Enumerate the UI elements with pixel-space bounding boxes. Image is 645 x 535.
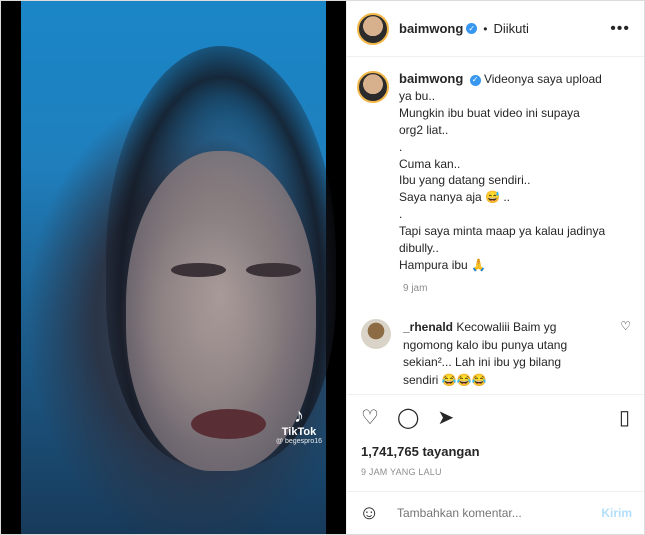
video-frame[interactable] bbox=[21, 1, 336, 534]
instagram-post-modal: ♪ TikTok @ begespro16 baimwong ✓ • Diiku… bbox=[0, 0, 645, 535]
comment-line: ngomong kalo ibu punya utang bbox=[403, 337, 568, 352]
post-caption: baimwong ✓ Videonya saya upload ya bu.. … bbox=[357, 71, 639, 274]
commenter-username[interactable]: _rhenald bbox=[403, 320, 453, 334]
commenter-avatar[interactable] bbox=[361, 319, 391, 349]
caption-avatar[interactable] bbox=[357, 71, 389, 103]
post-header: baimwong ✓ • Diikuti ••• bbox=[347, 1, 644, 57]
like-icon[interactable]: ♡ bbox=[361, 405, 379, 430]
caption-time[interactable]: 9 jam bbox=[403, 283, 427, 294]
caption-line: . bbox=[399, 139, 403, 154]
tiktok-icon: ♪ bbox=[293, 405, 304, 427]
send-button[interactable]: Kirim bbox=[601, 506, 632, 520]
caption-line: Mungkin ibu buat video ini supaya bbox=[399, 105, 580, 120]
caption-line: Hampura ibu 🙏 bbox=[399, 257, 486, 272]
caption-line: . bbox=[399, 207, 403, 222]
post-video[interactable]: ♪ TikTok @ begespro16 bbox=[1, 1, 346, 534]
author-username[interactable]: baimwong bbox=[399, 21, 463, 36]
comment-line: sendiri 😂😂😂 bbox=[403, 372, 487, 387]
caption-line: Tapi saya minta maap ya kalau jadinya bbox=[399, 224, 606, 239]
follow-status-button[interactable]: Diikuti bbox=[493, 21, 528, 36]
right-eye bbox=[246, 263, 301, 277]
tiktok-brand: TikTok bbox=[281, 426, 317, 438]
post-details-panel: baimwong ✓ • Diikuti ••• baimwong ✓ Vide… bbox=[346, 1, 644, 534]
more-options-icon[interactable]: ••• bbox=[610, 20, 630, 38]
bookmark-icon[interactable]: ▯ bbox=[619, 405, 630, 430]
caption-line: dibully.. bbox=[399, 241, 439, 256]
emoji-icon[interactable]: ☺ bbox=[359, 502, 387, 525]
left-eye bbox=[171, 263, 226, 277]
mouth bbox=[191, 409, 266, 439]
comment-icon[interactable]: ◯ bbox=[397, 405, 419, 430]
separator-dot: • bbox=[483, 21, 488, 36]
tiktok-watermark: ♪ TikTok @ begespro16 bbox=[276, 406, 322, 445]
comment-item: _rhenald Kecowaliii Baim yg ngomong kalo… bbox=[361, 319, 631, 389]
comment-input[interactable] bbox=[397, 506, 577, 520]
tiktok-handle: @ begespro16 bbox=[275, 438, 322, 445]
author-avatar[interactable] bbox=[357, 12, 389, 45]
comment-text: _rhenald Kecowaliii Baim yg ngomong kalo… bbox=[403, 319, 608, 389]
comment-line: sekian²... Lah ini ibu yg bilang bbox=[403, 355, 562, 369]
caption-line: ya bu.. bbox=[399, 88, 436, 103]
caption-line: org2 liat.. bbox=[399, 122, 449, 137]
posted-time[interactable]: 9 JAM YANG LALU bbox=[361, 467, 442, 477]
caption-line: Videonya saya upload bbox=[483, 72, 602, 86]
comment-like-icon[interactable]: ♡ bbox=[620, 319, 631, 389]
caption-text: baimwong ✓ Videonya saya upload ya bu.. … bbox=[399, 71, 605, 274]
caption-line: Saya nanya aja 😅 .. bbox=[399, 190, 511, 205]
view-count[interactable]: 1,741,765 tayangan bbox=[361, 444, 480, 459]
comment-bar: ☺ Kirim bbox=[347, 491, 644, 534]
caption-username[interactable]: baimwong bbox=[399, 71, 463, 86]
caption-verified-icon: ✓ bbox=[469, 74, 481, 86]
share-icon[interactable]: ➤ bbox=[437, 405, 454, 430]
comment-line: Kecowaliii Baim yg bbox=[456, 320, 557, 334]
caption-line: Ibu yang datang sendiri.. bbox=[399, 173, 531, 188]
post-actions: ♡ ◯ ➤ ▯ bbox=[347, 394, 644, 439]
caption-line: Cuma kan.. bbox=[399, 156, 461, 171]
verified-icon: ✓ bbox=[466, 23, 478, 34]
